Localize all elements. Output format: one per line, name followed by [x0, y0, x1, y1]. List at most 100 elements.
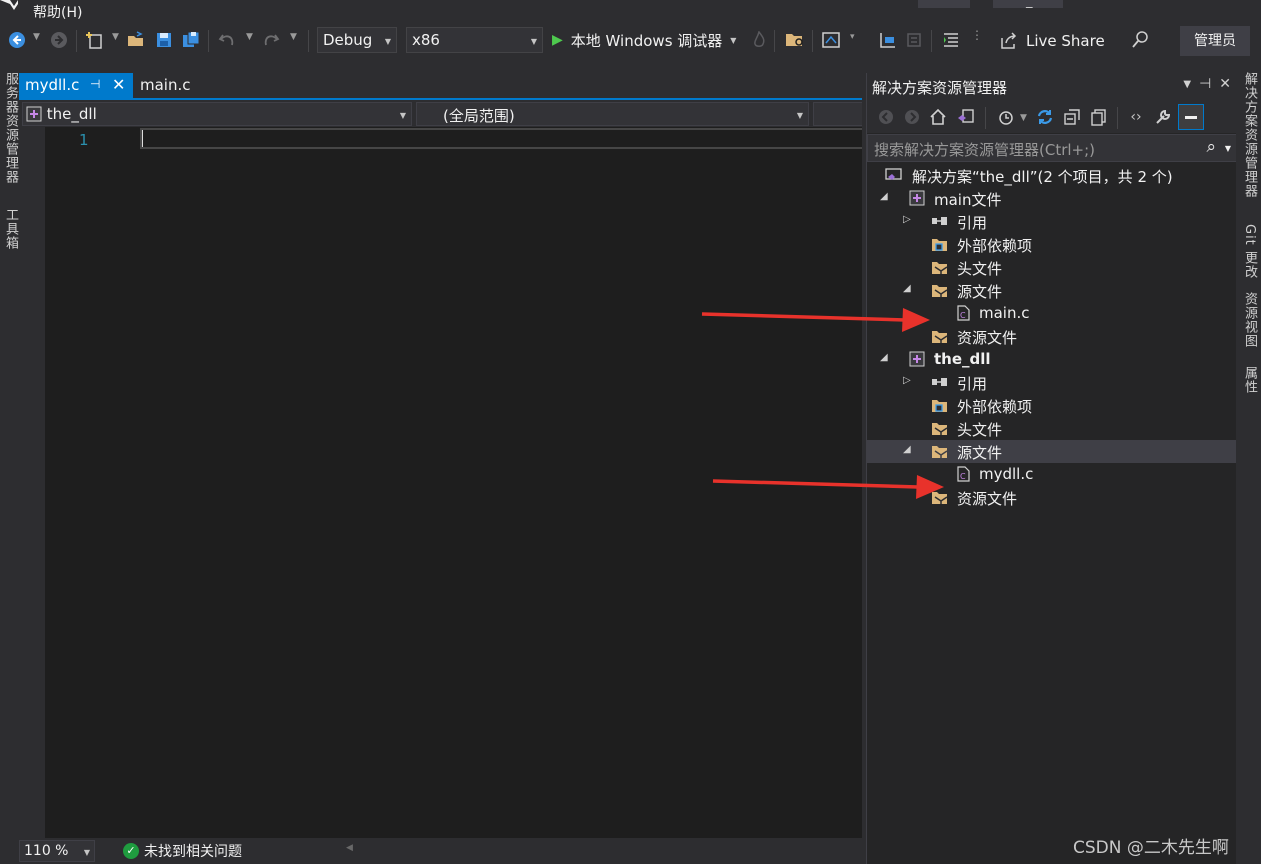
- tree-node-header-files[interactable]: 头文件: [867, 417, 1237, 440]
- zoom-select[interactable]: 110 % ▼: [19, 840, 95, 862]
- expanded-triangle-icon[interactable]: ◢: [880, 191, 888, 202]
- open-folder-icon[interactable]: [125, 29, 147, 51]
- solution-explorer-side-tab[interactable]: 解决方案资源管理器: [1240, 72, 1259, 198]
- editor-navigation-bar: the_dll ▼ (全局范围) ▼: [19, 100, 862, 127]
- tree-node-resource-files[interactable]: 资源文件: [867, 486, 1237, 509]
- live-share-icon: [1001, 32, 1017, 49]
- pending-changes-filter-icon[interactable]: [995, 106, 1017, 128]
- tree-node-label: 解决方案“the_dll”(2 个项目，共 2 个): [912, 168, 1173, 186]
- solution-explorer-panel: 解决方案资源管理器 ▼ ⊣ ✕ ▼ ‹› 搜索解决方案资源管理器(Ctrl+;)…: [866, 73, 1237, 864]
- menu-help[interactable]: 帮助(H): [33, 2, 82, 22]
- tree-node-resource-files[interactable]: 资源文件: [867, 325, 1237, 348]
- save-all-icon[interactable]: [180, 29, 202, 51]
- c-file-icon: C: [957, 305, 970, 321]
- chevron-down-icon[interactable]: ▼: [290, 32, 297, 42]
- expanded-triangle-icon[interactable]: ◢: [880, 352, 888, 363]
- chevron-down-icon[interactable]: ▼: [1225, 144, 1231, 153]
- toolbar-separator: [774, 30, 775, 52]
- solution-explorer-title-bar: 解决方案资源管理器 ▼ ⊣ ✕: [867, 73, 1237, 101]
- minimize-icon[interactable]: _: [1026, 0, 1033, 9]
- properties-side-tab[interactable]: 属性: [1240, 366, 1259, 394]
- live-share-button[interactable]: Live Share: [1000, 28, 1105, 54]
- comment-icon[interactable]: [877, 29, 899, 51]
- expanded-triangle-icon[interactable]: ◢: [903, 444, 911, 455]
- toolbox-tab[interactable]: 工具箱: [1, 208, 20, 250]
- properties-wrench-icon[interactable]: [1152, 106, 1174, 128]
- close-icon[interactable]: ✕: [1219, 76, 1231, 92]
- server-explorer-tab[interactable]: 服务器资源管理器: [1, 72, 20, 184]
- tree-node-label: mydll.c: [979, 465, 1034, 483]
- tree-node-external-deps[interactable]: 外部依赖项: [867, 233, 1237, 256]
- issues-indicator[interactable]: ✓ 未找到相关问题: [123, 841, 242, 861]
- show-all-files-icon[interactable]: [1088, 106, 1110, 128]
- back-icon[interactable]: [875, 106, 897, 128]
- tree-node-references[interactable]: ▷ 引用: [867, 371, 1237, 394]
- forward-icon[interactable]: [901, 106, 923, 128]
- window-control-box[interactable]: [918, 0, 970, 8]
- tree-node-source-files[interactable]: ◢ 源文件: [867, 279, 1237, 302]
- close-icon[interactable]: ✕: [112, 75, 125, 94]
- uncomment-icon[interactable]: [903, 29, 925, 51]
- hot-reload-icon[interactable]: [748, 29, 770, 51]
- project-select[interactable]: the_dll ▼: [22, 102, 412, 126]
- collapse-all-icon[interactable]: [1061, 106, 1083, 128]
- home-icon[interactable]: [927, 106, 949, 128]
- tree-node-main-c[interactable]: C main.c: [867, 302, 1237, 325]
- chevron-down-icon[interactable]: ▼: [33, 32, 40, 42]
- sync-icon[interactable]: [1034, 106, 1056, 128]
- filter-folder-icon: [932, 446, 948, 458]
- pin-icon[interactable]: ⊣: [1199, 76, 1211, 92]
- tree-node-mydll-c[interactable]: C mydll.c: [867, 463, 1237, 486]
- tree-node-header-files[interactable]: 头文件: [867, 256, 1237, 279]
- tab-mydll-c[interactable]: mydll.c ⊣ ✕: [19, 73, 133, 98]
- chevron-down-icon[interactable]: ▾: [850, 32, 855, 42]
- solution-icon: [885, 168, 902, 180]
- chevron-down-icon[interactable]: ▼: [112, 32, 119, 42]
- git-changes-side-tab[interactable]: Git 更改: [1240, 224, 1259, 279]
- indent-icon[interactable]: [940, 29, 962, 51]
- chevron-down-icon[interactable]: ▼: [1183, 76, 1191, 92]
- code-editor[interactable]: 1: [19, 127, 862, 838]
- redo-icon[interactable]: [260, 29, 282, 51]
- switch-views-icon[interactable]: [955, 106, 977, 128]
- forward-icon[interactable]: [48, 29, 70, 51]
- find-in-files-icon[interactable]: [784, 29, 806, 51]
- platform-select[interactable]: x86 ▼: [406, 27, 543, 53]
- expanded-triangle-icon[interactable]: ◢: [903, 283, 911, 294]
- chevron-down-icon[interactable]: ▼: [246, 32, 253, 42]
- collapsed-triangle-icon[interactable]: ▷: [903, 375, 911, 386]
- tree-node-project-main[interactable]: ◢ main文件: [867, 187, 1237, 210]
- solution-explorer-toolbar: ▼ ‹›: [867, 101, 1237, 133]
- undo-icon[interactable]: [216, 29, 238, 51]
- project-value: the_dll: [46, 105, 97, 123]
- solution-explorer-search-input[interactable]: 搜索解决方案资源管理器(Ctrl+;) ⌕ ▼: [867, 134, 1237, 162]
- tree-node-label: 资源文件: [957, 490, 1018, 508]
- scroll-left-icon[interactable]: ◀: [346, 843, 353, 853]
- tree-node-solution[interactable]: 解决方案“the_dll”(2 个项目，共 2 个): [867, 164, 1237, 187]
- toolbar-overflow-icon[interactable]: ⋮: [971, 28, 983, 42]
- current-line-highlight: [140, 128, 862, 149]
- start-debugging-button[interactable]: ▶ 本地 Windows 调试器 ▼: [552, 27, 736, 53]
- view-code-icon[interactable]: ‹›: [1125, 106, 1147, 128]
- resource-view-side-tab[interactable]: 资源视图: [1240, 292, 1259, 348]
- collapsed-triangle-icon[interactable]: ▷: [903, 214, 911, 225]
- new-project-icon[interactable]: [84, 29, 106, 51]
- tree-node-source-files-selected[interactable]: ◢ 源文件: [867, 440, 1237, 463]
- pin-icon[interactable]: ⊣: [90, 77, 100, 91]
- scope-select[interactable]: (全局范围) ▼: [416, 102, 809, 126]
- tree-node-label: the_dll: [934, 350, 991, 368]
- tab-main-c[interactable]: main.c: [140, 73, 191, 98]
- configuration-select[interactable]: Debug ▼: [317, 27, 397, 53]
- tree-node-external-deps[interactable]: 外部依赖项: [867, 394, 1237, 417]
- tree-node-references[interactable]: ▷ 引用: [867, 210, 1237, 233]
- search-icon[interactable]: ⌕: [1206, 137, 1216, 157]
- preview-selected-items-icon[interactable]: [1178, 104, 1204, 130]
- back-icon[interactable]: [6, 29, 28, 51]
- chevron-down-icon[interactable]: ▼: [1020, 113, 1027, 123]
- save-icon[interactable]: [153, 29, 175, 51]
- member-select[interactable]: [813, 102, 862, 126]
- browser-icon[interactable]: [820, 29, 842, 51]
- tab-label: mydll.c: [25, 76, 80, 94]
- tree-node-project-the-dll[interactable]: ◢ the_dll: [867, 348, 1237, 371]
- feedback-icon[interactable]: [1130, 29, 1152, 51]
